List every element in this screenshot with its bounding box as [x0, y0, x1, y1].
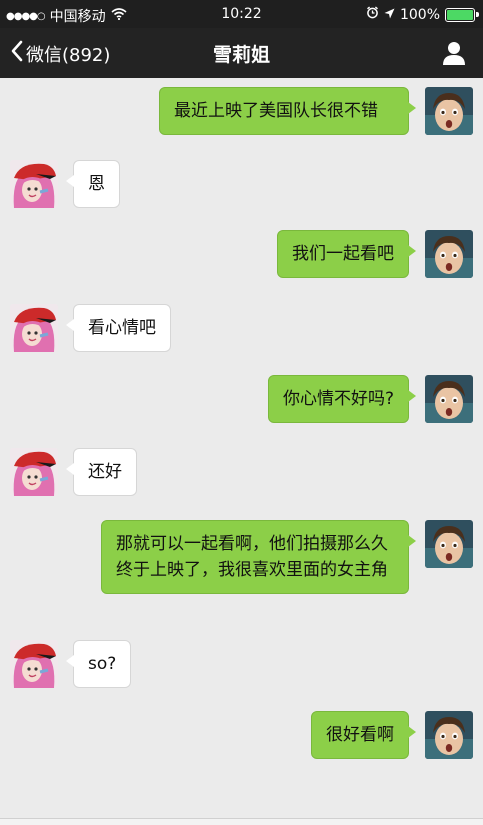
- message-bubble[interactable]: 你心情不好吗?: [267, 375, 417, 423]
- message-bubble[interactable]: 那就可以一起看啊，他们拍摄那么久终于上映了，我很喜欢里面的女主角: [101, 520, 416, 594]
- phone-screen: ●●●●○ 中国移动 10:22 100% 微信(892) 雪莉姐 最近上映了美…: [0, 0, 483, 825]
- sent-message: 那就可以一起看啊，他们拍摄那么久终于上映了，我很喜欢里面的女主角: [0, 518, 483, 628]
- location-arrow-icon: [384, 7, 395, 23]
- person-icon: [443, 42, 465, 65]
- message-bubble[interactable]: 还好: [66, 448, 137, 496]
- input-bar-edge: [0, 818, 483, 825]
- contact-avatar[interactable]: [10, 304, 58, 352]
- alarm-icon: [366, 6, 379, 23]
- contact-avatar[interactable]: [10, 160, 58, 208]
- status-right: 100%: [366, 6, 479, 23]
- message-bubble[interactable]: 看心情吧: [66, 304, 171, 352]
- status-bar: ●●●●○ 中国移动 10:22 100%: [0, 0, 483, 28]
- my-avatar[interactable]: [425, 375, 473, 423]
- message-bubble[interactable]: 我们一起看吧: [277, 230, 416, 278]
- battery-icon: [445, 7, 479, 22]
- nav-bar: 微信(892) 雪莉姐: [0, 28, 483, 78]
- my-avatar[interactable]: [425, 230, 473, 278]
- battery-percent: 100%: [399, 6, 440, 23]
- profile-button[interactable]: [441, 40, 467, 66]
- battery-level-fill: [447, 9, 473, 20]
- message-bubble[interactable]: 最近上映了美国队长很不错: [159, 87, 416, 135]
- contact-avatar[interactable]: [10, 640, 58, 688]
- chat-title: 雪莉姐: [212, 44, 270, 66]
- sent-message: 很好看啊: [0, 710, 483, 820]
- my-avatar[interactable]: [425, 87, 473, 135]
- message-bubble[interactable]: so?: [65, 640, 132, 688]
- my-avatar[interactable]: [425, 520, 473, 568]
- message-bubble[interactable]: 很好看啊: [311, 711, 416, 759]
- message-bubble[interactable]: 恩: [66, 160, 120, 208]
- chat-area[interactable]: 最近上映了美国队长很不错 恩 我们一起看吧 看心情吧 你心情不好吗? 还好 那就…: [0, 78, 483, 825]
- my-avatar[interactable]: [425, 711, 473, 759]
- contact-avatar[interactable]: [10, 448, 58, 496]
